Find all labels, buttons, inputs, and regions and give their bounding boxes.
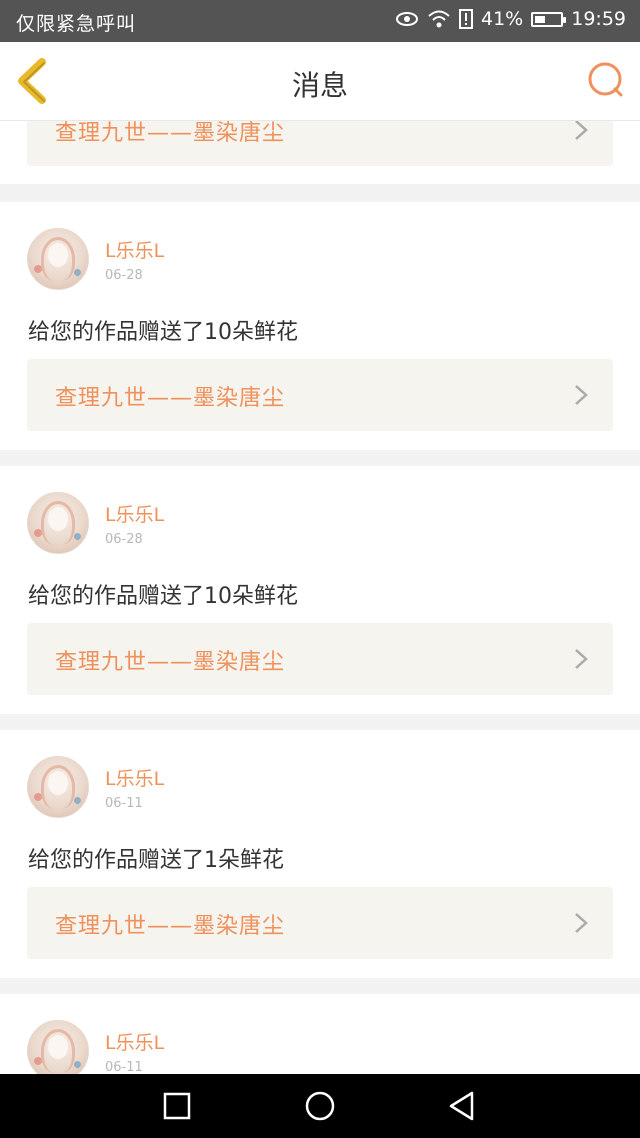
work-link[interactable]: 查理九世——墨染唐尘 bbox=[27, 359, 613, 431]
work-title: 查理九世——墨染唐尘 bbox=[55, 914, 286, 939]
work-link[interactable]: 查理九世——墨染唐尘 bbox=[27, 623, 613, 695]
status-icons: 41% 19:59 bbox=[395, 8, 626, 30]
page-title: 消息 bbox=[291, 69, 348, 102]
chevron-right-icon bbox=[575, 649, 588, 669]
username[interactable]: L乐乐L bbox=[105, 500, 164, 527]
status-carrier-text: 仅限紧急呼叫 bbox=[16, 13, 137, 35]
message-card: L乐乐L 06-11 bbox=[0, 994, 640, 1074]
message-text: 给您的作品赠送了10朵鲜花 bbox=[28, 320, 298, 345]
message-list[interactable]: 查理九世——墨染唐尘 L乐乐L 06-28 给您的作品赠送了10朵鲜花 查理九世… bbox=[0, 121, 640, 1074]
system-nav-bar bbox=[0, 1074, 640, 1138]
work-link[interactable]: 查理九世——墨染唐尘 bbox=[27, 887, 613, 959]
work-title: 查理九世——墨染唐尘 bbox=[55, 386, 286, 411]
username[interactable]: L乐乐L bbox=[105, 1028, 164, 1055]
message-card: 查理九世——墨染唐尘 bbox=[0, 121, 640, 184]
avatar[interactable] bbox=[27, 756, 89, 818]
clock: 19:59 bbox=[571, 8, 626, 30]
message-date: 06-11 bbox=[105, 1060, 143, 1074]
avatar[interactable] bbox=[27, 492, 89, 554]
wifi-icon bbox=[427, 9, 451, 29]
message-card: L乐乐L 06-28 给您的作品赠送了10朵鲜花 查理九世——墨染唐尘 bbox=[0, 202, 640, 450]
username[interactable]: L乐乐L bbox=[105, 236, 164, 263]
avatar[interactable] bbox=[27, 228, 89, 290]
message-date: 06-11 bbox=[105, 796, 143, 811]
battery-percent: 41% bbox=[481, 8, 524, 30]
battery-icon bbox=[531, 11, 567, 27]
eye-icon bbox=[395, 10, 419, 28]
recents-button[interactable] bbox=[161, 1090, 193, 1122]
status-bar: 仅限紧急呼叫 41% 19:59 bbox=[0, 0, 640, 42]
work-link[interactable]: 查理九世——墨染唐尘 bbox=[27, 121, 613, 166]
message-card: L乐乐L 06-11 给您的作品赠送了1朵鲜花 查理九世——墨染唐尘 bbox=[0, 730, 640, 978]
search-icon bbox=[588, 62, 623, 97]
home-button[interactable] bbox=[304, 1090, 336, 1122]
chevron-right-icon bbox=[575, 121, 588, 140]
chevron-right-icon bbox=[575, 913, 588, 933]
message-date: 06-28 bbox=[105, 532, 143, 547]
battery-alert-icon bbox=[459, 9, 473, 29]
message-date: 06-28 bbox=[105, 268, 143, 283]
app-header: 消息 bbox=[0, 42, 640, 121]
work-title: 查理九世——墨染唐尘 bbox=[55, 650, 286, 675]
avatar[interactable] bbox=[27, 1020, 89, 1074]
chevron-right-icon bbox=[575, 385, 588, 405]
back-nav-button[interactable] bbox=[446, 1090, 478, 1122]
message-text: 给您的作品赠送了10朵鲜花 bbox=[28, 584, 298, 609]
work-title: 查理九世——墨染唐尘 bbox=[55, 121, 286, 146]
message-text: 给您的作品赠送了1朵鲜花 bbox=[28, 848, 284, 873]
username[interactable]: L乐乐L bbox=[105, 764, 164, 791]
search-button[interactable] bbox=[586, 60, 626, 100]
message-card: L乐乐L 06-28 给您的作品赠送了10朵鲜花 查理九世——墨染唐尘 bbox=[0, 466, 640, 714]
